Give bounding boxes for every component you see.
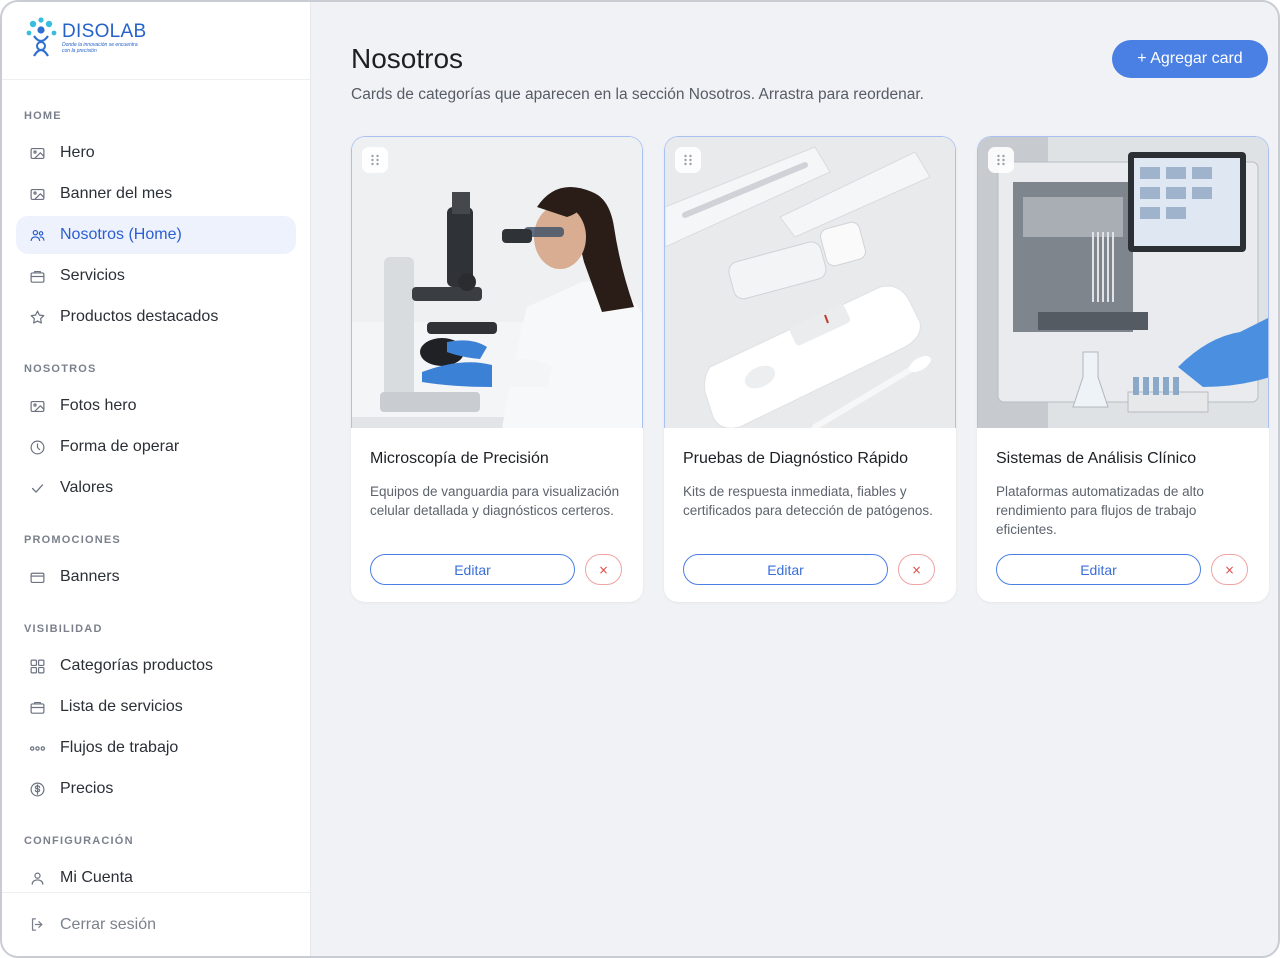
sidebar-item-label: Banners: [60, 568, 120, 585]
card-title: Microscopía de Precisión: [370, 450, 549, 467]
briefcase-icon: [28, 267, 46, 285]
card-list: Microscopía de Precisión Equipos de vang…: [351, 136, 1278, 602]
clinical-analyzer-image: [978, 137, 1268, 428]
sidebar-item-label: Forma de operar: [60, 438, 180, 455]
grip-dots-icon: [684, 154, 692, 166]
app-window: DISOLAB Donde la innovación se encuentra…: [0, 0, 1280, 958]
nav-section-configuracion: CONFIGURACIÓN: [24, 835, 134, 847]
card-title: Pruebas de Diagnóstico Rápido: [683, 450, 909, 467]
sidebar-item-label: Lista de servicios: [60, 698, 183, 715]
image-icon: [28, 397, 46, 415]
dollar-icon: [28, 780, 46, 798]
sidebar-item-label: Fotos hero: [60, 397, 137, 414]
brand-tagline: Donde la innovación se encuentra con la …: [62, 42, 138, 54]
card-image-microscope: [351, 136, 643, 428]
card-description: Equipos de vanguardia para visualización…: [370, 484, 620, 518]
logout-button[interactable]: Cerrar sesión: [2, 892, 310, 956]
sidebar-item-categorias-productos[interactable]: Categorías productos: [16, 647, 296, 685]
card-icon: [28, 568, 46, 586]
sidebar-item-nosotros-home[interactable]: Nosotros (Home): [16, 216, 296, 254]
star-icon: [28, 308, 46, 326]
sidebar-item-label: Categorías productos: [60, 657, 213, 674]
delete-card-button[interactable]: ×: [898, 554, 935, 585]
grip-dots-icon: [997, 154, 1005, 166]
sidebar: DISOLAB Donde la innovación se encuentra…: [2, 2, 311, 956]
sidebar-item-forma-de-operar[interactable]: Forma de operar: [16, 428, 296, 466]
card-title: Sistemas de Análisis Clínico: [996, 450, 1197, 467]
sidebar-item-servicios[interactable]: Servicios: [16, 257, 296, 295]
category-card[interactable]: Pruebas de Diagnóstico Rápido Kits de re…: [664, 136, 956, 602]
nav-section-promociones: PROMOCIONES: [24, 534, 121, 546]
logo[interactable]: DISOLAB Donde la innovación se encuentra…: [2, 2, 310, 80]
sidebar-item-label: Nosotros (Home): [60, 226, 182, 243]
nav-section-nosotros: NOSOTROS: [24, 363, 97, 375]
category-card[interactable]: Sistemas de Análisis Clínico Plataformas…: [977, 136, 1269, 602]
sidebar-item-mi-cuenta[interactable]: Mi Cuenta: [16, 859, 296, 892]
card-image-analyzer: [977, 136, 1269, 428]
drag-handle[interactable]: [675, 147, 701, 173]
sidebar-item-label: Banner del mes: [60, 185, 173, 202]
sidebar-item-label: Flujos de trabajo: [60, 739, 179, 756]
sidebar-item-valores[interactable]: Valores: [16, 469, 296, 507]
card-image-rapid-test: [664, 136, 956, 428]
sidebar-item-label: Precios: [60, 780, 114, 797]
sidebar-item-banners[interactable]: Banners: [16, 558, 296, 596]
sidebar-nav: HOME Hero Banner del mes Nosotros (Home) Ser…: [2, 80, 310, 892]
add-card-button[interactable]: + Agregar card: [1112, 40, 1268, 78]
nav-section-home: HOME: [24, 110, 62, 122]
delete-card-button[interactable]: ×: [1211, 554, 1248, 585]
image-icon: [28, 185, 46, 203]
sidebar-item-productos-destacados[interactable]: Productos destacados: [16, 298, 296, 336]
drag-handle[interactable]: [988, 147, 1014, 173]
microscope-scientist-image: [352, 137, 642, 428]
edit-card-button[interactable]: Editar: [370, 554, 575, 585]
edit-card-button[interactable]: Editar: [683, 554, 888, 585]
category-card[interactable]: Microscopía de Precisión Equipos de vang…: [351, 136, 643, 602]
users-icon: [28, 226, 46, 244]
page-subtitle: Cards de categorías que aparecen en la s…: [351, 86, 924, 103]
card-description: Kits de respuesta inmediata, fiables y c…: [683, 484, 933, 518]
grip-dots-icon: [371, 154, 379, 166]
image-icon: [28, 144, 46, 162]
logout-icon: [28, 916, 46, 934]
sidebar-item-label: Productos destacados: [60, 308, 219, 325]
nav-section-visibilidad: VISIBILIDAD: [24, 623, 103, 635]
sidebar-item-precios[interactable]: Precios: [16, 770, 296, 808]
logout-label: Cerrar sesión: [60, 915, 157, 933]
check-icon: [28, 479, 46, 497]
sidebar-item-flujos-de-trabajo[interactable]: Flujos de trabajo: [16, 729, 296, 767]
briefcase-icon: [28, 698, 46, 716]
main-content: Nosotros Cards de categorías que aparece…: [311, 2, 1278, 956]
user-icon: [28, 869, 46, 887]
clock-icon: [28, 438, 46, 456]
sidebar-item-lista-de-servicios[interactable]: Lista de servicios: [16, 688, 296, 726]
card-description: Plataformas automatizadas de alto rendim…: [996, 484, 1204, 537]
rapid-test-kit-image: [665, 137, 955, 428]
dots-icon: [28, 739, 46, 757]
disolab-logo-icon: [26, 17, 57, 57]
delete-card-button[interactable]: ×: [585, 554, 622, 585]
sidebar-item-banner-del-mes[interactable]: Banner del mes: [16, 175, 296, 213]
edit-card-button[interactable]: Editar: [996, 554, 1201, 585]
sidebar-item-label: Valores: [60, 479, 114, 496]
sidebar-item-label: Hero: [60, 144, 95, 161]
sidebar-item-label: Mi Cuenta: [60, 869, 133, 886]
sidebar-item-label: Servicios: [60, 267, 125, 284]
sidebar-item-hero[interactable]: Hero: [16, 134, 296, 172]
drag-handle[interactable]: [362, 147, 388, 173]
brand-name: DISOLAB: [62, 21, 147, 42]
sidebar-item-fotos-hero[interactable]: Fotos hero: [16, 387, 296, 425]
grid-icon: [28, 657, 46, 675]
